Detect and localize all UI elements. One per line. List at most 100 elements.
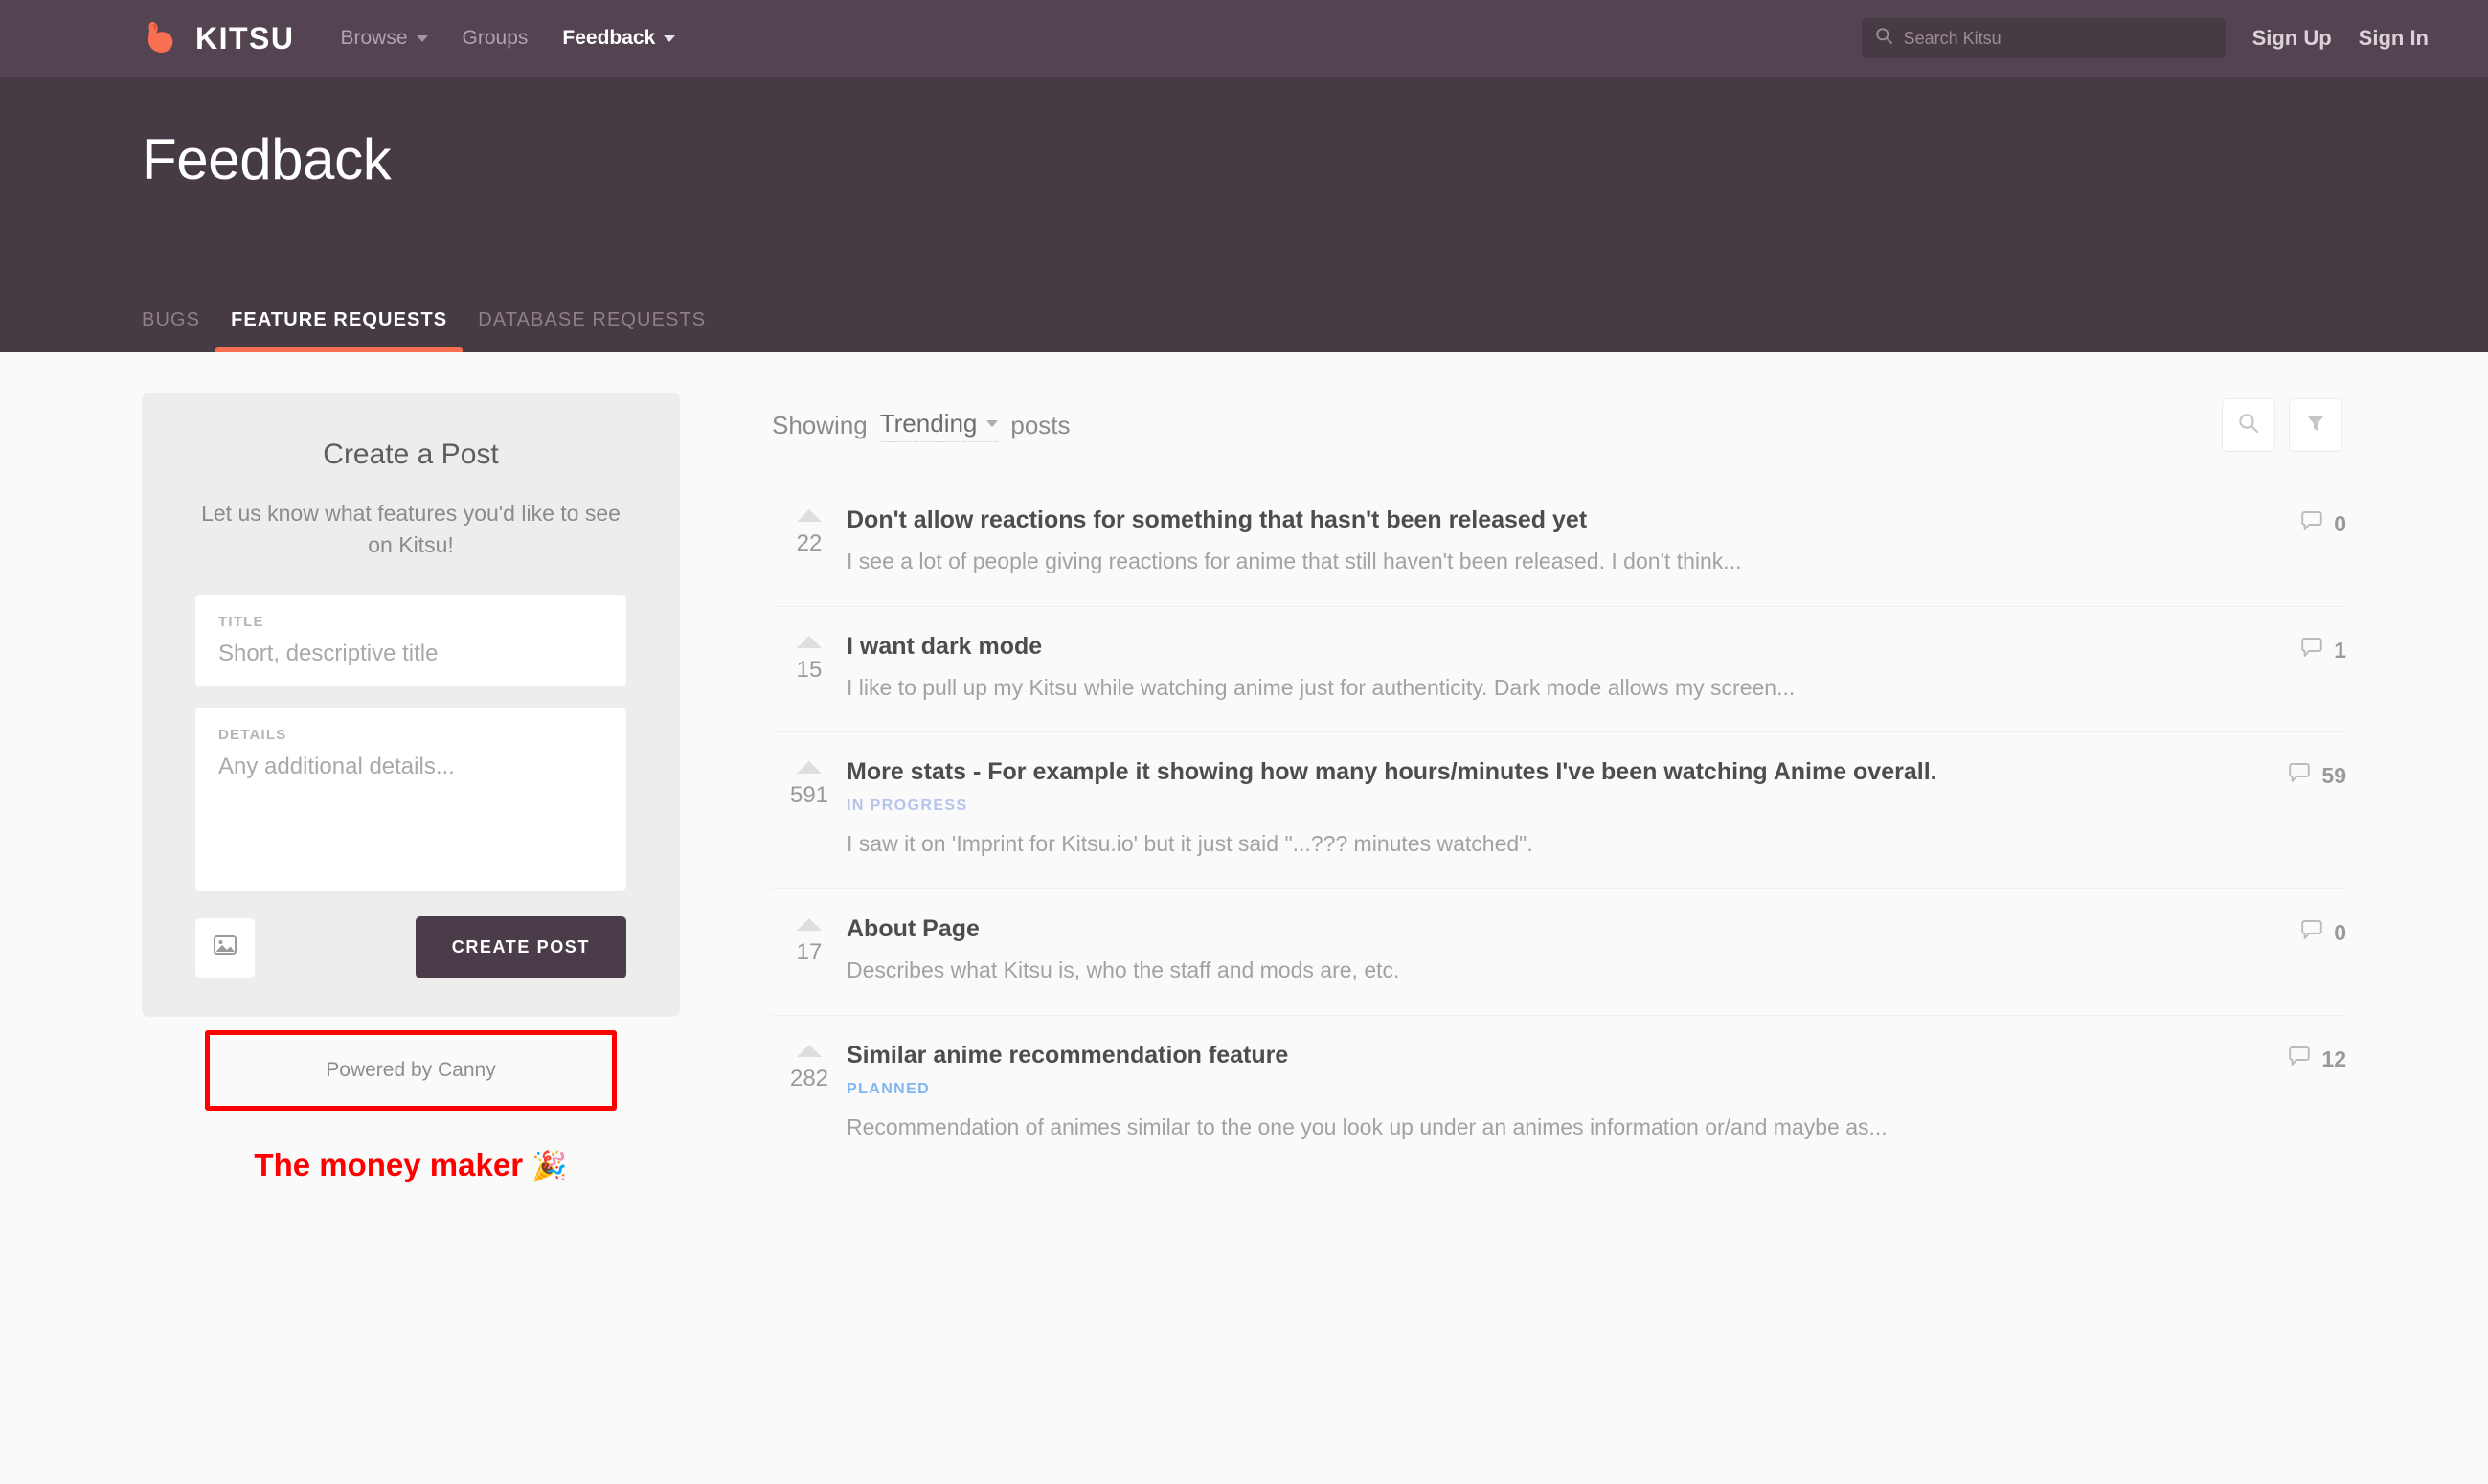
status-badge: IN PROGRESS <box>847 798 968 815</box>
search-input[interactable]: Search Kitsu <box>1861 18 2226 58</box>
page-content: Create a Post Let us know what features … <box>0 352 2488 1484</box>
vote-count: 15 <box>796 656 823 683</box>
post-body: I want dark mode I like to pull up my Ki… <box>847 630 2264 704</box>
annotation-label: The money maker 🎉 <box>142 1147 680 1183</box>
party-popper-icon: 🎉 <box>532 1151 568 1183</box>
details-field[interactable]: DETAILS Any additional details... <box>195 708 626 892</box>
upvote-control[interactable]: 22 <box>772 504 847 557</box>
tab-bugs[interactable]: BUGS <box>142 309 215 352</box>
powered-by-canny-link[interactable]: Powered by Canny <box>142 1030 680 1111</box>
comment-count-group: 1 <box>2264 630 2346 663</box>
post-list-item[interactable]: 591 More stats - For example it showing … <box>772 732 2346 889</box>
attach-image-button[interactable] <box>195 917 255 978</box>
upvote-control[interactable]: 282 <box>772 1039 847 1092</box>
post-description: I saw it on 'Imprint for Kitsu.io' but i… <box>847 831 1533 857</box>
filter-posts-button[interactable] <box>2289 398 2342 452</box>
chevron-down-icon <box>986 419 999 427</box>
chevron-down-icon <box>664 34 676 42</box>
annotation-label-text: The money maker <box>254 1147 524 1183</box>
comment-count: 0 <box>2334 511 2346 536</box>
post-description: I see a lot of people giving reactions f… <box>847 549 1742 573</box>
upvote-arrow-icon <box>797 635 822 648</box>
filter-icon <box>2304 412 2327 439</box>
upvote-arrow-icon <box>797 761 822 775</box>
post-list-item[interactable]: 282 Similar anime recommendation feature… <box>772 1016 2346 1172</box>
post-description: Describes what Kitsu is, who the staff a… <box>847 956 1400 982</box>
showing-prefix-label: Showing <box>772 410 868 439</box>
sort-dropdown-value: Trending <box>879 408 978 438</box>
sort-dropdown[interactable]: Trending <box>879 408 999 442</box>
create-post-heading: Create a Post <box>323 438 499 470</box>
vote-count: 22 <box>796 530 823 556</box>
post-body: Don't allow reactions for something that… <box>847 504 2264 577</box>
sign-in-link[interactable]: Sign In <box>2359 26 2429 51</box>
upvote-control[interactable]: 591 <box>772 755 847 809</box>
title-field-label: TITLE <box>218 614 264 631</box>
post-list-item[interactable]: 17 About Page Describes what Kitsu is, w… <box>772 889 2346 1016</box>
comment-bubble-icon <box>2300 511 2323 537</box>
post-description: Recommendation of animes similar to the … <box>847 1113 1888 1139</box>
upvote-control[interactable]: 15 <box>772 630 847 684</box>
search-icon <box>2237 412 2260 439</box>
comment-bubble-icon <box>2300 920 2323 946</box>
upvote-control[interactable]: 17 <box>772 912 847 966</box>
comment-count-group: 59 <box>2264 755 2346 789</box>
upvote-arrow-icon <box>797 917 822 931</box>
post-title: About Page <box>847 914 980 942</box>
posts-list-header: Showing Trending posts <box>772 398 2346 452</box>
kitsu-fox-icon <box>142 18 182 58</box>
vote-count: 591 <box>789 782 829 809</box>
upvote-arrow-icon <box>797 509 822 522</box>
details-field-placeholder: Any additional details... <box>218 753 455 780</box>
nav-link-browse[interactable]: Browse <box>341 27 428 50</box>
post-list-item[interactable]: 15 I want dark mode I like to pull up my… <box>772 607 2346 733</box>
tab-database-requests[interactable]: DATABASE REQUESTS <box>463 309 721 352</box>
comment-count: 12 <box>2321 1046 2346 1071</box>
chevron-down-icon <box>416 34 428 42</box>
create-post-button[interactable]: CREATE POST <box>415 916 626 979</box>
image-icon <box>213 933 237 962</box>
sign-up-link[interactable]: Sign Up <box>2252 26 2332 51</box>
post-title: Similar anime recommendation feature <box>847 1041 1289 1068</box>
posts-list: 22 Don't allow reactions for something t… <box>772 481 2346 1171</box>
title-field[interactable]: TITLE Short, descriptive title <box>195 595 626 687</box>
comment-count: 59 <box>2321 763 2346 789</box>
primary-nav-links: Browse Groups Feedback <box>341 27 676 50</box>
feedback-tabs: BUGS FEATURE REQUESTS DATABASE REQUESTS <box>142 309 721 352</box>
status-badge: PLANNED <box>847 1080 931 1097</box>
tab-feature-requests[interactable]: FEATURE REQUESTS <box>215 309 464 352</box>
sidebar: Create a Post Let us know what features … <box>142 393 680 1484</box>
nav-link-feedback-label: Feedback <box>562 27 656 49</box>
nav-link-browse-label: Browse <box>340 27 408 49</box>
search-placeholder: Search Kitsu <box>1903 28 2002 48</box>
post-body: Similar anime recommendation feature PLA… <box>847 1039 2264 1143</box>
search-posts-button[interactable] <box>2222 398 2275 452</box>
comment-count: 1 <box>2334 637 2346 663</box>
posts-panel: Showing Trending posts 22 Don't allow re… <box>772 393 2346 1484</box>
comment-count: 0 <box>2334 919 2346 945</box>
list-header-actions <box>2222 398 2342 452</box>
nav-right-group: Search Kitsu Sign Up Sign In <box>1861 18 2429 58</box>
brand-wordmark: KITSU <box>195 20 295 56</box>
post-title: Don't allow reactions for something that… <box>847 506 1588 533</box>
post-list-item[interactable]: 22 Don't allow reactions for something t… <box>772 481 2346 607</box>
top-navigation-bar: KITSU Browse Groups Feedback Search Kits… <box>0 0 2488 77</box>
comment-count-group: 0 <box>2264 912 2346 946</box>
page-title: Feedback <box>142 127 392 191</box>
post-description: I like to pull up my Kitsu while watchin… <box>847 674 1796 700</box>
upvote-arrow-icon <box>797 1044 822 1057</box>
comment-bubble-icon <box>2300 637 2323 663</box>
nav-link-groups[interactable]: Groups <box>463 27 529 50</box>
vote-count: 17 <box>796 938 823 965</box>
post-title: I want dark mode <box>847 632 1043 660</box>
vote-count: 282 <box>789 1065 829 1091</box>
post-body: More stats - For example it showing how … <box>847 755 2264 860</box>
search-icon <box>1875 27 1893 50</box>
comment-bubble-icon <box>2288 1046 2311 1072</box>
kitsu-logo[interactable]: KITSU <box>142 18 295 58</box>
nav-link-feedback[interactable]: Feedback <box>562 27 676 50</box>
showing-control: Showing Trending posts <box>772 409 1071 442</box>
post-title: More stats - For example it showing how … <box>847 758 1937 786</box>
comment-bubble-icon <box>2288 763 2311 789</box>
powered-by-canny-region: Powered by Canny <box>142 1024 680 1116</box>
